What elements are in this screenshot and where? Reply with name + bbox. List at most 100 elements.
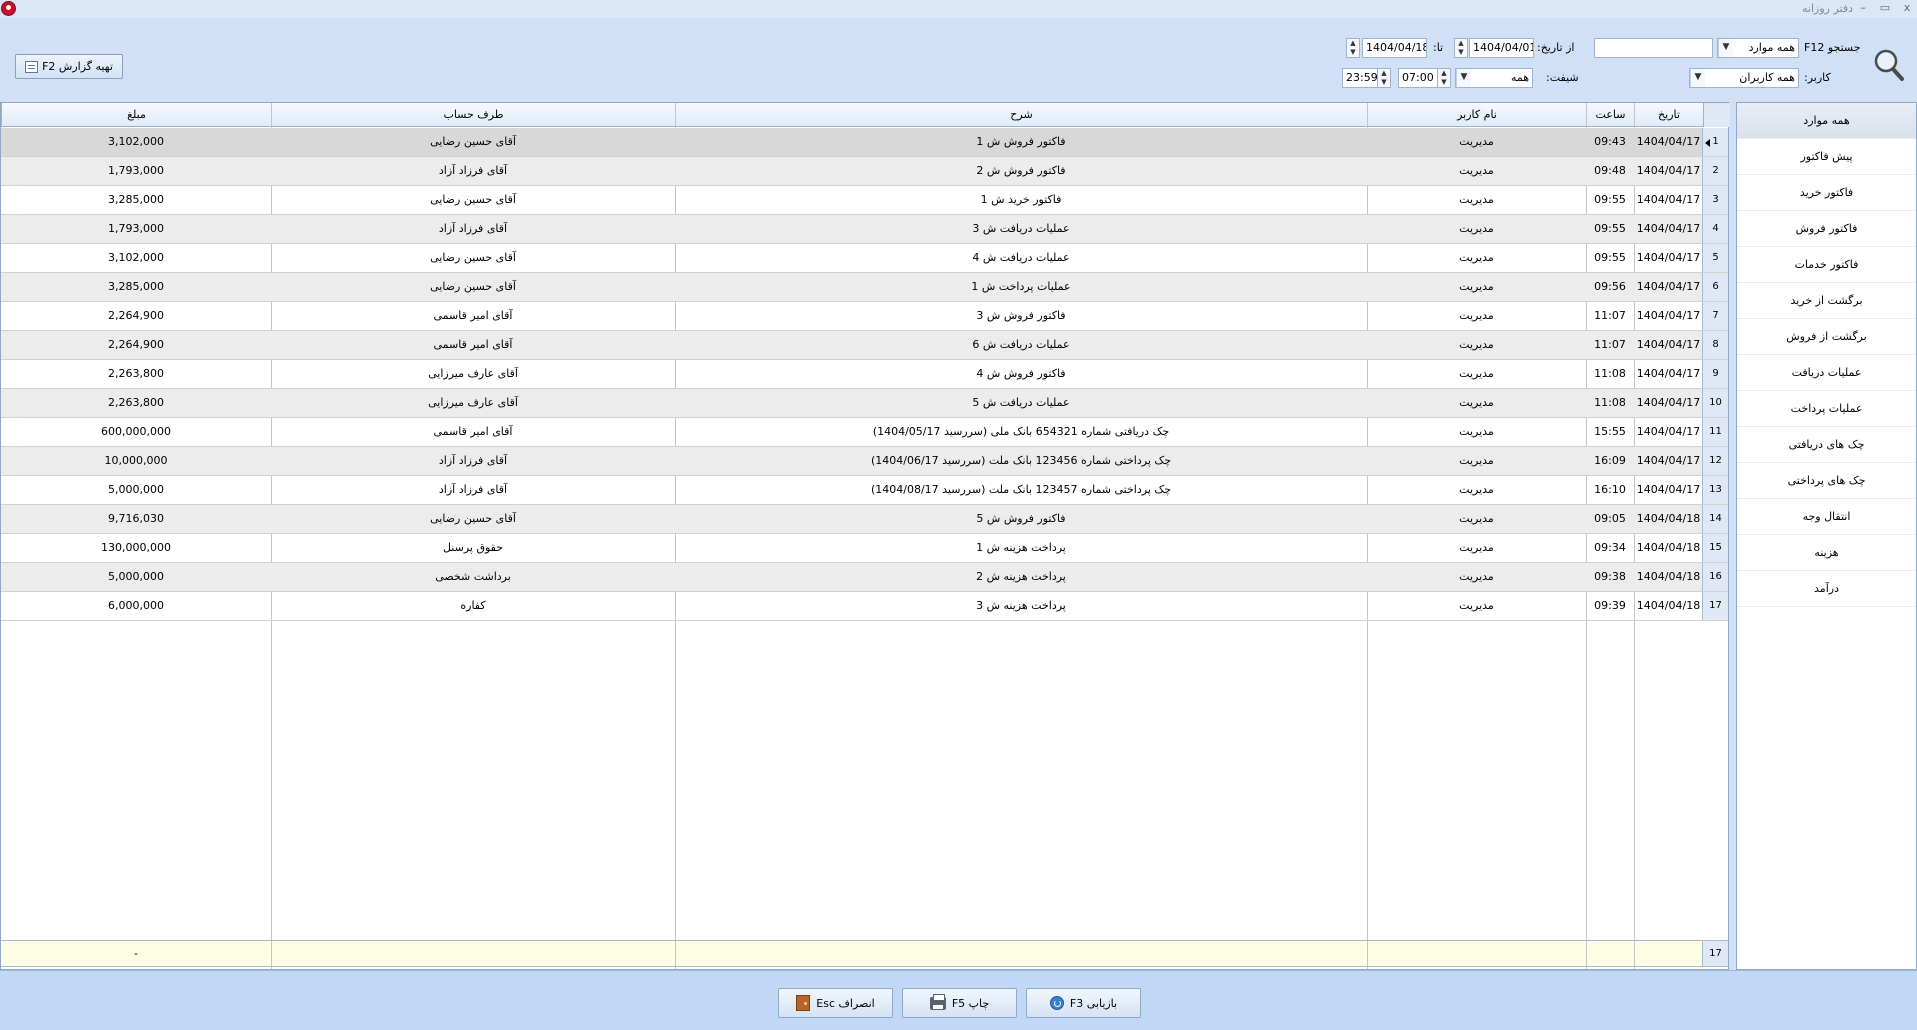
table-row[interactable]: 3,102,000 آقای حسین رضایی عملیات دریافت ش … — [1, 244, 1728, 273]
grid-header: مبلغ طرف حساب شرح نام کاربر ساعت تاریخ — [1, 103, 1730, 127]
sidebar-item[interactable]: فاکتور خدمات — [1737, 247, 1916, 283]
user-combo[interactable]: همه کاربران ▼ — [1689, 68, 1799, 88]
table-row[interactable]: 3,285,000 آقای حسین رضایی عملیات پرداخت ش … — [1, 273, 1728, 302]
table-row[interactable]: 3,102,000 آقای حسین رضایی فاکتور فروش ش 1 م… — [1, 128, 1728, 157]
row-number[interactable]: 14 — [1702, 505, 1728, 533]
sidebar-item[interactable]: عملیات پرداخت — [1737, 391, 1916, 427]
sidebar-item[interactable]: برگشت از فروش — [1737, 319, 1916, 355]
sidebar-item[interactable]: هزینه — [1737, 535, 1916, 571]
chevron-down-icon[interactable]: ▼ — [1718, 39, 1733, 57]
chevron-down-icon[interactable]: ▼ — [1690, 69, 1705, 87]
search-input[interactable] — [1594, 38, 1713, 58]
cell-party: آقای امیر قاسمی — [433, 425, 513, 438]
to-date-field[interactable]: 1404/04/18 — [1362, 38, 1427, 58]
sidebar-item[interactable]: همه موارد — [1737, 103, 1916, 139]
minimize-button[interactable]: – — [1854, 0, 1872, 16]
row-number[interactable]: 10 — [1702, 389, 1728, 417]
time-from-spinner[interactable]: ▲ ▼ — [1437, 68, 1451, 88]
close-button[interactable]: x — [1898, 0, 1916, 16]
row-number[interactable]: 11 — [1702, 418, 1728, 446]
sidebar-item[interactable]: درآمد — [1737, 571, 1916, 607]
sidebar-item[interactable]: چک های پرداختی — [1737, 463, 1916, 499]
table-row[interactable]: 3,285,000 آقای حسین رضایی فاکتور خرید ش 1 م… — [1, 186, 1728, 215]
row-number[interactable]: 16 — [1702, 563, 1728, 591]
table-row[interactable]: 1,793,000 آقای فرزاد آزاد عملیات دریافت ش … — [1, 215, 1728, 244]
from-date-spinner[interactable]: ▲ ▼ — [1454, 38, 1468, 58]
cell-user: مدیریت — [1459, 599, 1494, 612]
report-icon — [25, 60, 39, 73]
row-number[interactable]: 9 — [1702, 360, 1728, 388]
cancel-button[interactable]: انصراف Esc — [778, 988, 893, 1018]
cell-date: 1404/04/17 — [1636, 309, 1701, 322]
cell-description: پرداخت هزینه ش 1 — [976, 541, 1066, 554]
time-to-field[interactable]: 23:59 — [1342, 68, 1378, 88]
cell-user: مدیریت — [1459, 280, 1494, 293]
cell-party: آقای حسین رضایی — [430, 193, 516, 206]
search-icon[interactable] — [1873, 48, 1905, 82]
col-date[interactable]: تاریخ — [1634, 103, 1703, 127]
sidebar-item[interactable]: فاکتور فروش — [1737, 211, 1916, 247]
from-date-field[interactable]: 1404/04/01 — [1469, 38, 1534, 58]
cell-party: آقای حسین رضایی — [430, 512, 516, 525]
row-number[interactable]: 4 — [1702, 215, 1728, 243]
cell-description: عملیات دریافت ش 3 — [972, 222, 1070, 235]
table-row[interactable]: 10,000,000 آقای فرزاد آزاد چک پرداختی شمار… — [1, 447, 1728, 476]
chevron-down-icon[interactable]: ▼ — [1456, 69, 1471, 87]
refresh-button[interactable]: بازیابی F3 — [1026, 988, 1141, 1018]
sidebar-item[interactable]: عملیات دریافت — [1737, 355, 1916, 391]
cell-description: چک دریافتی شماره 654321 بانک ملی (سررسید… — [872, 425, 1170, 438]
table-row[interactable]: 2,264,900 آقای امیر قاسمی عملیات دریافت ش … — [1, 331, 1728, 360]
row-number[interactable]: 5 — [1702, 244, 1728, 272]
cell-time: 09:34 — [1594, 541, 1626, 554]
cell-user: مدیریت — [1459, 135, 1494, 148]
cell-time: 11:07 — [1594, 338, 1626, 351]
row-number[interactable]: 17 — [1702, 592, 1728, 620]
col-time[interactable]: ساعت — [1586, 103, 1634, 127]
col-amount[interactable]: مبلغ — [1, 103, 271, 127]
table-row[interactable]: 5,000,000 آقای فرزاد آزاد چک پرداختی شماره… — [1, 476, 1728, 505]
table-row[interactable]: 6,000,000 کفاره پرداخت هزینه ش 3 مدیریت 09:3… — [1, 592, 1728, 621]
cell-amount: 2,264,900 — [108, 338, 164, 351]
filter-combo[interactable]: همه موارد ▼ — [1717, 38, 1799, 58]
sidebar-item[interactable]: انتقال وجه — [1737, 499, 1916, 535]
time-to-spinner[interactable]: ▲ ▼ — [1377, 68, 1391, 88]
table-row[interactable]: 600,000,000 آقای امیر قاسمی چک دریافتی شما… — [1, 418, 1728, 447]
row-number[interactable]: 15 — [1702, 534, 1728, 562]
table-row[interactable]: 5,000,000 برداشت شخصی پرداخت هزینه ش 2 مدیر… — [1, 563, 1728, 592]
table-row[interactable]: 9,716,030 آقای حسین رضایی فاکتور فروش ش 5 م… — [1, 505, 1728, 534]
row-number[interactable]: 12 — [1702, 447, 1728, 475]
row-number[interactable]: 13 — [1702, 476, 1728, 504]
cell-party: آقای حسین رضایی — [430, 251, 516, 264]
row-number[interactable]: 8 — [1702, 331, 1728, 359]
row-number[interactable]: 2 — [1702, 157, 1728, 185]
sidebar-item[interactable]: چک های دریافتی — [1737, 427, 1916, 463]
cell-amount: 2,264,900 — [108, 309, 164, 322]
table-row[interactable]: 2,263,800 آقای عارف میرزایی عملیات دریافت … — [1, 389, 1728, 418]
journal-grid[interactable]: مبلغ طرف حساب شرح نام کاربر ساعت تاریخ 3… — [0, 102, 1730, 970]
column-divider — [1367, 941, 1368, 966]
cell-party: کفاره — [460, 599, 486, 612]
print-button[interactable]: چاپ F5 — [902, 988, 1017, 1018]
table-row[interactable]: 2,264,900 آقای امیر قاسمی فاکتور فروش ش 3 م… — [1, 302, 1728, 331]
sidebar-item[interactable]: فاکتور خرید — [1737, 175, 1916, 211]
table-row[interactable]: 2,263,800 آقای عارف میرزایی فاکتور فروش ش … — [1, 360, 1728, 389]
row-number[interactable]: 3 — [1702, 186, 1728, 214]
to-date-spinner[interactable]: ▲ ▼ — [1346, 38, 1360, 58]
report-button[interactable]: تهیه گزارش F2 — [15, 54, 123, 79]
restore-button[interactable]: ▭ — [1876, 0, 1894, 16]
shift-combo[interactable]: همه ▼ — [1455, 68, 1533, 88]
col-party[interactable]: طرف حساب — [271, 103, 675, 127]
col-user[interactable]: نام کاربر — [1367, 103, 1586, 127]
cell-description: چک پرداختی شماره 123456 بانک ملت (سررسید… — [870, 454, 1172, 467]
sidebar-item[interactable]: برگشت از خرید — [1737, 283, 1916, 319]
row-number[interactable]: 6 — [1702, 273, 1728, 301]
col-description[interactable]: شرح — [675, 103, 1367, 127]
time-from-field[interactable]: 07:00 — [1398, 68, 1438, 88]
row-number[interactable]: 7 — [1702, 302, 1728, 330]
table-row[interactable]: 1,793,000 آقای فرزاد آزاد فاکتور فروش ش 2 م… — [1, 157, 1728, 186]
cell-time: 16:10 — [1594, 483, 1626, 496]
sidebar-item[interactable]: پیش فاکتور — [1737, 139, 1916, 175]
cell-date: 1404/04/17 — [1636, 367, 1701, 380]
table-row[interactable]: 130,000,000 حقوق پرسنل پرداخت هزینه ش 1 مدی… — [1, 534, 1728, 563]
window-title: دفتر روزانه — [1802, 2, 1853, 15]
